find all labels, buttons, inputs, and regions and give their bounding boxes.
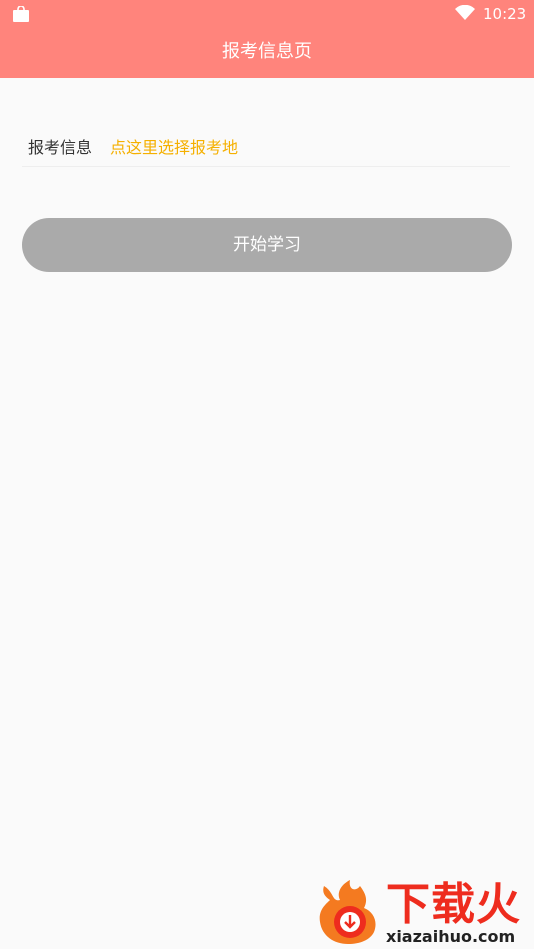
flame-download-icon <box>319 880 376 944</box>
shopping-bag-icon <box>13 6 29 22</box>
status-bar: 10:23 <box>0 0 534 28</box>
status-time: 10:23 <box>483 5 527 23</box>
wifi-icon <box>455 5 475 20</box>
registration-info-row[interactable]: 报考信息 点这里选择报考地 <box>22 128 510 167</box>
start-learning-button[interactable]: 开始学习 <box>22 218 512 272</box>
exam-location-selector[interactable]: 点这里选择报考地 <box>110 137 238 159</box>
watermark-brand-cn: 下载火 <box>386 879 521 930</box>
watermark-brand-en: xiazaihuo.com <box>386 927 516 946</box>
page-title: 报考信息页 <box>222 41 312 62</box>
watermark-logo: 下载火 xiazaihuo.com <box>316 876 534 949</box>
registration-info-label: 报考信息 <box>28 138 93 157</box>
app-header: 10:23 报考信息页 <box>0 0 534 78</box>
